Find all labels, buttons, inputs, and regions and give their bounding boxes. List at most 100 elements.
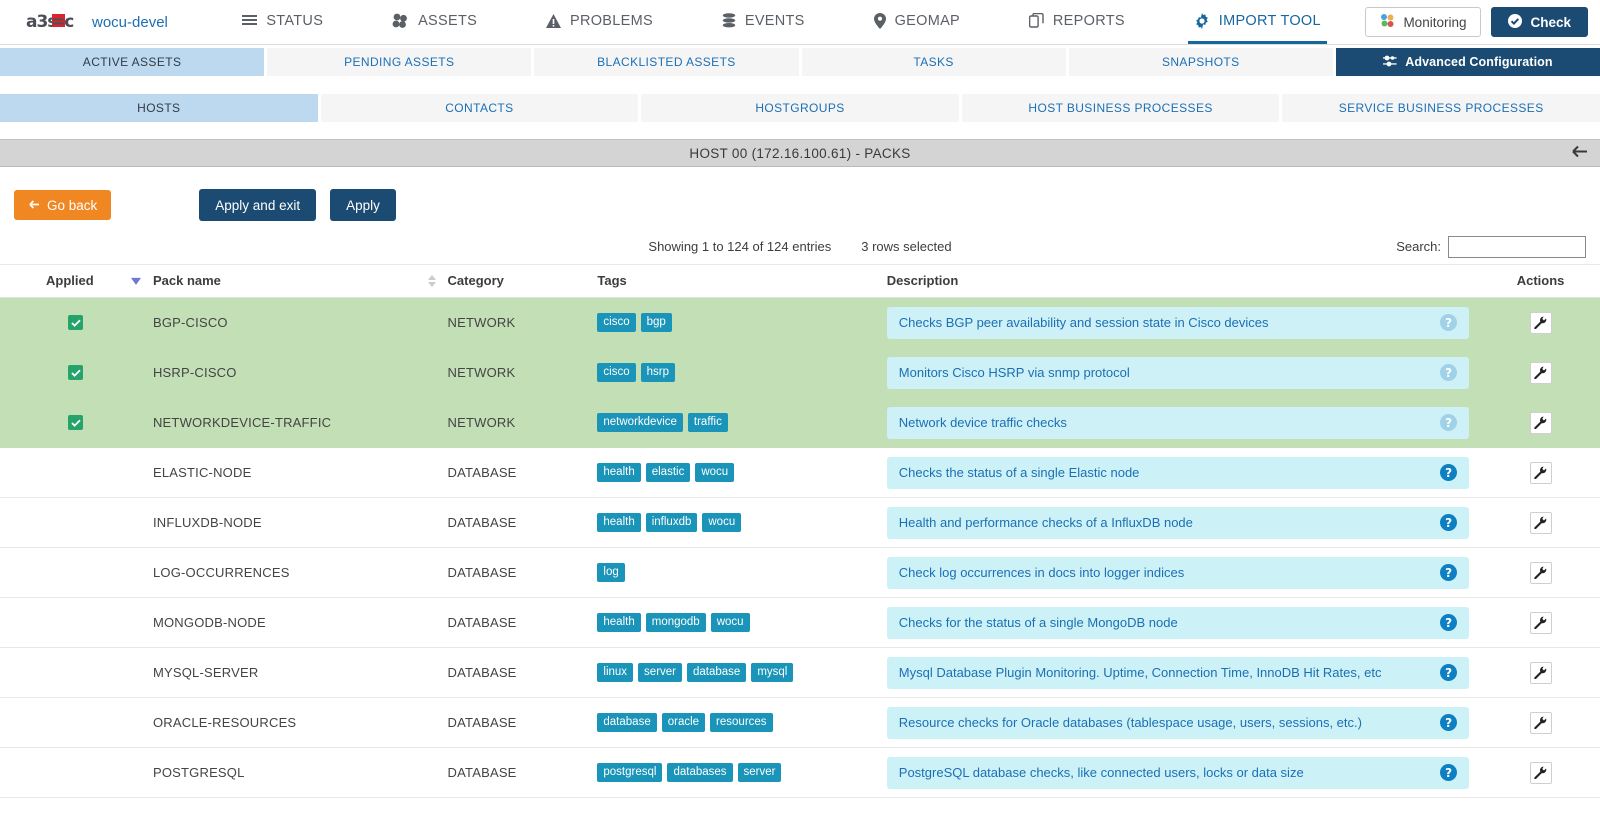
- table-row[interactable]: NETWORKDEVICE-TRAFFIC NETWORK networkdevic…: [0, 397, 1600, 448]
- wrench-icon[interactable]: [1529, 561, 1552, 584]
- nav-item-import-tool[interactable]: IMPORT TOOL: [1187, 0, 1327, 44]
- help-icon[interactable]: ?: [1440, 514, 1458, 531]
- table-row[interactable]: MONGODB-NODE DATABASE health mongodb wocu Che…: [0, 597, 1600, 648]
- tab-service-business-processes[interactable]: SERVICE BUSINESS PROCESSES: [1282, 94, 1600, 122]
- tag-badge[interactable]: linux: [597, 662, 634, 683]
- cell-tags: log: [597, 547, 887, 598]
- wrench-icon[interactable]: [1529, 511, 1552, 534]
- nav-item-events[interactable]: EVENTS: [716, 0, 811, 44]
- wrench-icon[interactable]: [1529, 461, 1552, 484]
- table-row[interactable]: ELASTIC-NODE DATABASE health elastic wocu Che…: [0, 447, 1600, 498]
- help-icon[interactable]: ?: [1440, 714, 1458, 731]
- go-back-button[interactable]: Go back: [14, 190, 112, 220]
- nav-item-assets[interactable]: ASSETS: [386, 0, 483, 44]
- table-row[interactable]: INFLUXDB-NODE DATABASE health influxdb wocu H…: [0, 497, 1600, 548]
- tag-badge[interactable]: bgp: [640, 312, 672, 333]
- nav-item-geomap[interactable]: GEOMAP: [868, 0, 966, 44]
- tab-host-business-processes[interactable]: HOST BUSINESS PROCESSES: [961, 94, 1280, 122]
- tab-label: SNAPSHOTS: [1161, 55, 1240, 69]
- tag-badge[interactable]: database: [597, 712, 657, 733]
- monitoring-button[interactable]: Monitoring: [1365, 7, 1482, 37]
- tab-pending-assets[interactable]: PENDING ASSETS: [267, 48, 532, 76]
- apply-button[interactable]: Apply: [330, 189, 396, 221]
- help-icon[interactable]: ?: [1440, 414, 1458, 431]
- tab-advanced-configuration[interactable]: Advanced Configuration: [1335, 48, 1600, 76]
- table-row[interactable]: HSRP-CISCO NETWORK cisco hsrp Monitors Cisco…: [0, 347, 1600, 398]
- applied-checkbox[interactable]: [68, 315, 83, 331]
- nav-item-reports[interactable]: REPORTS: [1023, 0, 1131, 44]
- table-row[interactable]: ORACLE-RESOURCES DATABASE database oracle re…: [0, 697, 1600, 748]
- table-row[interactable]: MYSQL-SERVER DATABASE linux server database m…: [0, 647, 1600, 698]
- wrench-icon[interactable]: [1529, 311, 1552, 334]
- tag-badge[interactable]: server: [638, 662, 682, 683]
- tag-badge[interactable]: mongodb: [645, 612, 706, 633]
- tag-badge[interactable]: databases: [667, 762, 733, 783]
- wrench-icon[interactable]: [1529, 411, 1552, 434]
- tag-badge[interactable]: wocu: [702, 512, 742, 533]
- tag-badge[interactable]: traffic: [687, 412, 728, 433]
- tag-badge[interactable]: oracle: [661, 712, 706, 733]
- tag-badge[interactable]: hsrp: [640, 362, 675, 383]
- cell-actions: [1481, 747, 1600, 798]
- tag-badge[interactable]: health: [597, 462, 641, 483]
- tab-contacts[interactable]: CONTACTS: [320, 94, 639, 122]
- tag-badge[interactable]: resources: [710, 712, 773, 733]
- help-icon[interactable]: ?: [1440, 314, 1458, 331]
- tab-active-assets[interactable]: ACTIVE ASSETS: [0, 48, 265, 76]
- tag-badge[interactable]: health: [597, 512, 641, 533]
- cell-actions: [1481, 697, 1600, 748]
- wrench-icon[interactable]: [1529, 361, 1552, 384]
- tag-badge[interactable]: database: [687, 662, 747, 683]
- help-icon[interactable]: ?: [1440, 614, 1458, 631]
- tag-badge[interactable]: health: [597, 612, 641, 633]
- tag-badge[interactable]: cisco: [597, 362, 636, 383]
- help-icon[interactable]: ?: [1440, 664, 1458, 681]
- cell-category: DATABASE: [447, 597, 598, 648]
- tab-tasks[interactable]: TASKS: [801, 48, 1066, 76]
- tag-badge[interactable]: influxdb: [645, 512, 698, 533]
- tab-hosts[interactable]: HOSTS: [0, 94, 318, 122]
- tag-badge[interactable]: wocu: [695, 462, 735, 483]
- help-icon[interactable]: ?: [1440, 464, 1458, 481]
- tag-badge[interactable]: networkdevice: [597, 412, 683, 433]
- tag-badge[interactable]: log: [597, 562, 625, 583]
- help-icon[interactable]: ?: [1440, 364, 1458, 381]
- help-icon[interactable]: ?: [1440, 564, 1458, 581]
- wrench-icon[interactable]: [1529, 661, 1552, 684]
- column-header-category[interactable]: Category: [427, 265, 598, 298]
- tag-badge[interactable]: postgresql: [597, 762, 663, 783]
- tag-badge[interactable]: mysql: [751, 662, 794, 683]
- applied-checkbox[interactable]: [68, 415, 83, 431]
- apply-and-exit-button[interactable]: Apply and exit: [199, 189, 317, 221]
- check-button[interactable]: Check: [1491, 7, 1588, 37]
- list-icon: [242, 14, 258, 28]
- tag-badge[interactable]: server: [737, 762, 782, 783]
- tag-badge[interactable]: wocu: [710, 612, 750, 633]
- nav-item-problems[interactable]: PROBLEMS: [540, 0, 659, 44]
- applied-checkbox[interactable]: [68, 365, 83, 381]
- table-row[interactable]: LOG-OCCURRENCES DATABASE log Check log occu…: [0, 547, 1600, 598]
- tab-hostgroups[interactable]: HOSTGROUPS: [641, 94, 959, 122]
- nav-label-import-tool: IMPORT TOOL: [1218, 12, 1321, 29]
- table-row[interactable]: BGP-CISCO NETWORK cisco bgp Checks BGP peer …: [0, 297, 1600, 348]
- tag-badge[interactable]: elastic: [645, 462, 691, 483]
- description-box: PostgreSQL database checks, like connect…: [886, 756, 1470, 789]
- cubes-icon: [392, 13, 409, 28]
- wrench-icon[interactable]: [1529, 761, 1552, 784]
- brand-name[interactable]: wocu-devel: [92, 14, 168, 31]
- search-input[interactable]: [1448, 235, 1586, 258]
- rows-selected-text: 3 rows selected: [861, 239, 952, 254]
- column-header-tags[interactable]: Tags: [597, 265, 887, 298]
- tab-blacklisted-assets[interactable]: BLACKLISTED ASSETS: [534, 48, 799, 76]
- wrench-icon[interactable]: [1529, 711, 1552, 734]
- cell-actions: [1481, 647, 1600, 698]
- description-text: Check log occurrences in docs into logge…: [898, 565, 1185, 580]
- column-header-pack-name[interactable]: Pack name: [130, 265, 448, 298]
- help-icon[interactable]: ?: [1440, 764, 1458, 781]
- arrow-left-icon[interactable]: [1570, 145, 1588, 162]
- tab-snapshots[interactable]: SNAPSHOTS: [1068, 48, 1333, 76]
- nav-item-status[interactable]: STATUS: [236, 0, 329, 44]
- table-row[interactable]: POSTGRESQL DATABASE postgresql databases ser…: [0, 747, 1600, 798]
- tag-badge[interactable]: cisco: [597, 312, 636, 333]
- wrench-icon[interactable]: [1529, 611, 1552, 634]
